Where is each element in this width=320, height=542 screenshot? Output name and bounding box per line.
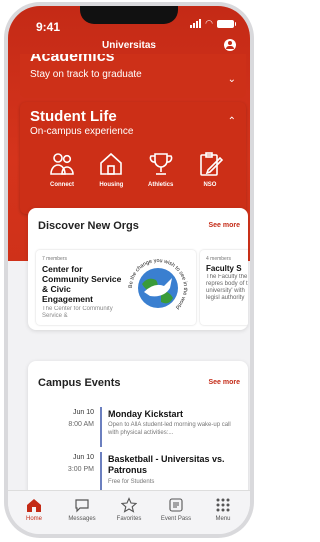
event-time: 3:00 PM <box>67 466 94 473</box>
campus-events-title: Campus Events <box>38 377 121 389</box>
events-see-more-link[interactable]: See more <box>208 379 240 386</box>
phone-screen: 9:41 ◠ Universitas Academics Stay on tra… <box>8 6 250 534</box>
people-icon <box>50 153 74 175</box>
org-members: 7 members <box>42 256 68 262</box>
student-life-subtitle: On-campus experience <box>30 126 134 137</box>
grid-icon <box>216 498 230 512</box>
campus-events-card: Campus Events See more Jun 10 8:00 AM Mo… <box>28 361 248 499</box>
clipboard-edit-icon <box>200 152 224 176</box>
academics-subtitle: Stay on track to graduate <box>30 69 142 80</box>
tab-favorites-label: Favorites <box>116 516 142 522</box>
org-name: Center for Community Service & Civic Eng… <box>42 264 122 304</box>
tab-home[interactable]: Home <box>10 497 58 522</box>
athletics-link[interactable]: Athletics <box>139 150 183 188</box>
chevron-down-icon[interactable]: ⌄ <box>228 74 236 85</box>
tab-event-pass-label: Event Pass <box>160 516 192 522</box>
connect-label: Connect <box>50 182 74 188</box>
event-time: 8:00 AM <box>68 421 94 428</box>
connect-link[interactable]: Connect <box>40 150 84 188</box>
discover-orgs-title: Discover New Orgs <box>38 220 139 232</box>
tab-bar: Home Messages Favorites Event Pass Menu <box>8 490 250 534</box>
academics-title: Academics <box>30 54 115 65</box>
signal-icon <box>190 19 202 28</box>
nso-link[interactable]: NSO <box>188 150 232 188</box>
event-name: Basketball - Universitas vs. Patronus <box>108 454 225 475</box>
chevron-up-icon[interactable]: ⌃ <box>228 116 236 127</box>
status-time: 9:41 <box>36 20 61 34</box>
org-description: The Faculty the repres body of th univer… <box>206 274 248 301</box>
event-accent-bar <box>100 452 102 492</box>
house-icon <box>100 152 123 175</box>
trophy-icon <box>149 153 172 175</box>
academics-card[interactable]: Academics Stay on track to graduate ⌄ <box>20 54 246 98</box>
ticket-icon <box>169 498 183 512</box>
org-name: Faculty S <box>206 264 242 273</box>
discover-orgs-card: Discover New Orgs See more 7 members Cen… <box>28 208 248 330</box>
tab-messages[interactable]: Messages <box>58 497 106 522</box>
tab-home-label: Home <box>25 516 42 522</box>
housing-label: Housing <box>99 182 124 188</box>
event-item[interactable]: Jun 10 8:00 AM Monday Kickstart Open to … <box>28 407 248 451</box>
housing-link[interactable]: Housing <box>89 150 133 188</box>
tab-favorites[interactable]: Favorites <box>105 497 153 522</box>
wifi-icon: ◠ <box>205 18 213 28</box>
tab-messages-label: Messages <box>68 516 96 522</box>
org-tile[interactable]: 7 members Center for Community Service &… <box>36 250 196 325</box>
event-accent-bar <box>100 407 102 447</box>
app-title: Universitas <box>102 40 156 51</box>
org-members: 4 members <box>206 256 232 262</box>
device-notch <box>80 6 178 24</box>
event-name: Monday Kickstart <box>108 409 184 419</box>
event-date: Jun 10 <box>72 409 94 416</box>
student-life-title: Student Life <box>30 108 117 125</box>
status-icons: ◠ <box>190 18 236 28</box>
tab-menu[interactable]: Menu <box>199 497 247 522</box>
event-description: Free for Students <box>108 479 155 485</box>
student-life-links: Connect Housing Athletics NSO <box>40 150 232 188</box>
athletics-label: Athletics <box>147 182 174 188</box>
tab-event-pass[interactable]: Event Pass <box>152 497 200 522</box>
org-tile[interactable]: 4 members Faculty S The Faculty the repr… <box>200 250 248 325</box>
orgs-see-more-link[interactable]: See more <box>208 222 240 229</box>
star-icon <box>121 497 137 513</box>
tab-menu-label: Menu <box>215 516 231 522</box>
nso-label: NSO <box>203 182 217 188</box>
battery-icon <box>217 19 236 28</box>
home-icon <box>27 499 41 512</box>
chat-icon <box>75 499 89 513</box>
student-life-card[interactable]: Student Life On-campus experience ⌃ Conn… <box>20 102 246 214</box>
globe-dove-logo: Be the change you wish to see in the wor… <box>128 258 188 310</box>
event-description: Open to AllA student-led morning wake-up… <box>108 422 231 436</box>
profile-icon[interactable] <box>224 39 236 51</box>
event-date: Jun 10 <box>72 454 94 461</box>
org-description: The Center for Community Service & <box>42 306 113 319</box>
